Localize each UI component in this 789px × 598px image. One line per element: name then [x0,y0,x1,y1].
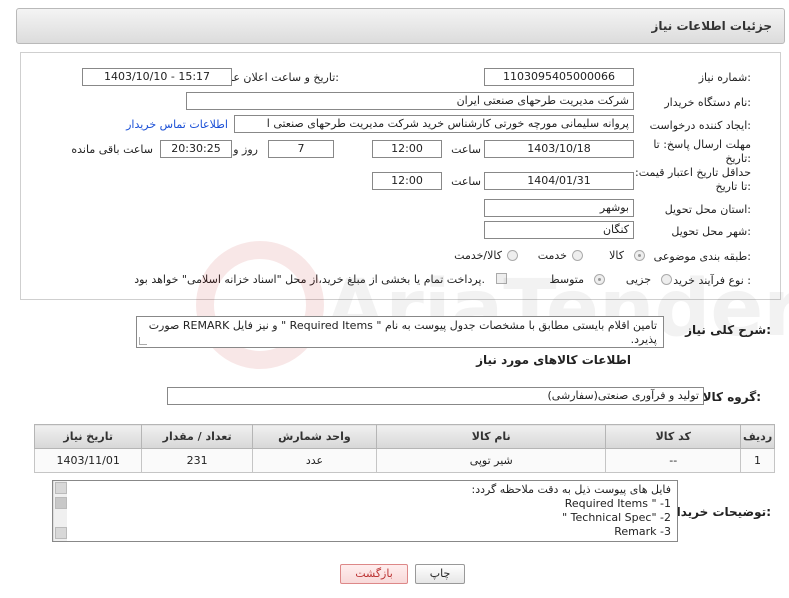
table-header-row: ردیف کد کالا نام کالا واحد شمارش تعداد /… [33,424,775,449]
table-row[interactable]: 1 -- شیر توپی عدد 231 1403/11/01 [33,448,775,473]
creator-field: پروانه سلیمانی مورچه خورتی کارشناس خرید … [234,115,634,133]
reply-deadline-label: مهلت ارسال پاسخ: تا تاریخ: [653,138,751,165]
need-number-label: شماره نیاز: [698,71,751,84]
price-time-label: ساعت [451,175,481,188]
buyer-org-field: شرکت مدیریت طرحهای صنعتی ایران [186,92,634,110]
price-date-field: 1404/01/31 [484,172,634,190]
buyer-contact-link[interactable]: اطلاعات تماس خریدار [126,118,228,131]
process-radio-minor[interactable] [661,274,672,285]
category-radio-service[interactable] [572,250,583,261]
buyer-notes-field: فایل های پیوست ذیل به دقت ملاحظه گردد: 1… [52,480,678,542]
creator-label: ایجاد کننده درخواست: [649,119,751,132]
print-button[interactable]: چاپ [415,564,465,584]
remaining-time-field: 20:30:25 [160,140,232,158]
scroll-down-icon[interactable] [55,527,67,539]
col-row: ردیف [740,424,775,449]
category-option-service: خدمت [537,249,567,262]
buyer-org-label: نام دستگاه خریدار: [664,96,751,109]
description-field: تامین اقلام بایستی مطابق با مشخصات جدول … [136,316,664,348]
price-validity-label: حداقل تاریخ اعتبار قیمت: تا تاریخ: [635,166,751,193]
province-field: بوشهر [484,199,634,217]
goods-info-title: اطلاعات کالاهای مورد نیاز [476,353,631,367]
payment-treasury-checkbox[interactable] [496,273,507,284]
reply-time-field: 12:00 [372,140,442,158]
col-qty: تعداد / مقدار [141,424,253,449]
buyer-notes-label: توضیحات خریدار: [669,505,771,519]
back-button[interactable]: بازگشت [340,564,408,584]
remaining-label: ساعت باقی مانده [71,143,153,156]
notes-line-3: 2- "Technical Spec " [562,511,671,524]
scroll-up-icon[interactable] [55,482,67,494]
category-option-goods-service: کالا/خدمت [454,249,502,262]
category-radio-goods-service[interactable] [507,250,518,261]
description-text: تامین اقلام بایستی مطابق با مشخصات جدول … [148,319,657,346]
category-label: طبقه بندی موضوعی: [653,250,751,263]
price-time-field: 12:00 [372,172,442,190]
col-name: نام کالا [376,424,607,449]
need-number-field: 1103095405000066 [484,68,634,86]
province-label: استان محل تحویل: [664,203,751,216]
city-field: کنگان [484,221,634,239]
notes-line-2: 1- " Required Items [564,497,671,510]
announce-datetime-field: 1403/10/10 - 15:17 [82,68,232,86]
page-title: جزئیات اطلاعات نیاز [651,19,772,33]
cell-code: -- [605,448,742,473]
days-label: روز و [233,143,258,156]
reply-time-label: ساعت [451,143,481,156]
process-option-medium: متوسط [549,273,584,286]
col-unit: واحد شمارش [251,424,378,449]
process-radio-medium[interactable] [594,274,605,285]
description-label: شرح کلی نیاز: [685,323,771,337]
cell-unit: عدد [251,448,378,473]
city-label: شهر محل تحویل: [671,225,751,238]
col-date: تاریخ نیاز [33,424,143,449]
category-radio-goods[interactable] [634,250,645,261]
goods-group-field: تولید و فرآوری صنعتی(سفارشی) [167,387,704,405]
cell-qty: 231 [141,448,253,473]
resize-grip-icon[interactable] [139,337,147,345]
process-label: نوع فرآیند خرید : [673,274,751,287]
col-code: کد کالا [605,424,742,449]
cell-row: 1 [740,448,775,473]
reply-date-field: 1403/10/18 [484,140,634,158]
goods-group-label: گروه کالا: [702,390,761,404]
days-field: 7 [268,140,334,158]
notes-line-4: 3- Remark [614,525,671,538]
category-option-goods: کالا [609,249,624,262]
notes-scrollbar[interactable] [53,481,67,541]
cell-date: 1403/11/01 [33,448,143,473]
scroll-thumb[interactable] [55,497,67,509]
cell-name: شیر توپی [376,448,607,473]
page-header: جزئیات اطلاعات نیاز [16,8,785,44]
notes-line-1: فایل های پیوست ذیل به دقت ملاحظه گردد: [471,483,671,496]
process-option-minor: جزیی [625,273,651,286]
payment-note: پرداخت تمام یا بخشی از مبلغ خرید،از محل … [134,273,485,286]
items-table: ردیف کد کالا نام کالا واحد شمارش تعداد /… [33,424,775,473]
